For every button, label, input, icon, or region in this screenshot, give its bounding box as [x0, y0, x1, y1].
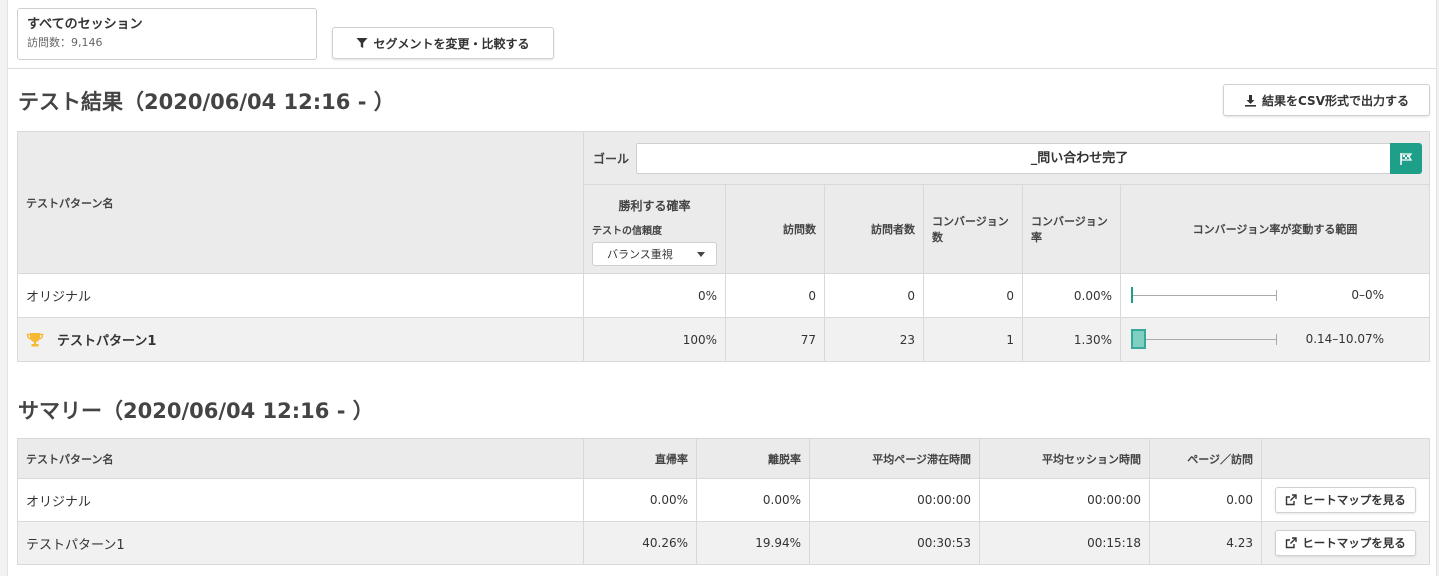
segment-visit-count: 訪問数：9,146	[27, 36, 103, 49]
goal-flag-button[interactable]	[1390, 143, 1422, 174]
conversion-rate: 0.00%	[1022, 273, 1121, 318]
conversions: 0	[923, 273, 1023, 318]
visits: 0	[725, 273, 825, 318]
col-conversion-rate: コンバージョン率	[1022, 184, 1121, 274]
range-end-tick	[1276, 334, 1277, 345]
change-segment-button[interactable]: セグメントを変更・比較する	[332, 27, 554, 59]
col-pattern-name: テストパターン名	[17, 438, 584, 479]
left-frame-border	[0, 0, 8, 576]
segment-selector[interactable]: すべてのセッション 訪問数：9,146	[17, 8, 317, 60]
col-avg-page-time: 平均ページ滞在時間	[809, 438, 980, 479]
bounce-direct: 0.00%	[583, 478, 697, 522]
col-pages-per-visit: ページ／訪問	[1149, 438, 1262, 479]
conversion-rate: 1.30%	[1022, 317, 1121, 362]
range-bar	[1129, 275, 1279, 317]
goal-label: ゴール	[593, 152, 630, 166]
table-row: テストパターン1 100% 77 23 1 1.30% 0.14–10.07%	[17, 317, 1431, 362]
table-row: オリジナル 0.00% 0.00% 00:00:00 00:00:00 0.00…	[17, 478, 1430, 522]
view-heatmap-label: ヒートマップを見る	[1302, 536, 1406, 550]
confidence-select-value: バランス重視	[607, 248, 673, 261]
download-icon	[1245, 94, 1257, 107]
view-heatmap-button[interactable]: ヒートマップを見る	[1275, 487, 1416, 513]
goal-select-input[interactable]: _問い合わせ完了	[636, 143, 1391, 174]
chevron-down-icon	[697, 252, 705, 257]
pattern-name: テストパターン1	[17, 317, 584, 362]
col-pattern-name: テストパターン名	[17, 131, 584, 274]
col-visits: 訪問数	[725, 184, 825, 274]
range-text: 0.14–10.07%	[1305, 332, 1385, 346]
range-bar	[1129, 319, 1279, 361]
external-link-icon	[1286, 494, 1297, 506]
actions-cell: ヒートマップを見る	[1261, 521, 1430, 565]
confidence-select[interactable]: バランス重視	[592, 242, 717, 266]
avg-page-time: 00:30:53	[809, 521, 980, 565]
table-row: テストパターン1 40.26% 19.94% 00:30:53 00:15:18…	[17, 521, 1430, 565]
avg-session-time: 00:00:00	[979, 478, 1150, 522]
external-link-icon	[1286, 537, 1297, 549]
table-row: オリジナル 0% 0 0 0 0.00% 0–0%	[17, 273, 1431, 318]
range-text: 0–0%	[1351, 288, 1385, 302]
view-heatmap-button[interactable]: ヒートマップを見る	[1275, 530, 1416, 556]
export-csv-button[interactable]: 結果をCSV形式で出力する	[1223, 84, 1430, 116]
exit-rate: 0.00%	[696, 478, 810, 522]
avg-page-time: 00:00:00	[809, 478, 980, 522]
visits: 77	[725, 317, 825, 362]
trophy-icon	[26, 333, 44, 347]
visitors: 0	[824, 273, 924, 318]
segment-title: すべてのセッション	[27, 17, 143, 32]
col-exit-rate: 離脱率	[696, 438, 810, 479]
exit-rate: 19.94%	[696, 521, 810, 565]
col-conversions: コンバージョン数	[923, 184, 1023, 274]
conversion-range: 0–0%	[1119, 273, 1431, 318]
win-probability-label: 勝利する確率	[618, 199, 691, 213]
range-marker	[1131, 329, 1146, 349]
col-range: コンバージョン率が変動する範囲	[1119, 184, 1431, 274]
flag-icon	[1400, 152, 1413, 165]
change-segment-label: セグメントを変更・比較する	[373, 36, 530, 51]
range-end-tick	[1276, 290, 1277, 301]
avg-session-time: 00:15:18	[979, 521, 1150, 565]
segment-bar: すべてのセッション 訪問数：9,146 セグメントを変更・比較する	[8, 0, 1436, 69]
export-csv-label: 結果をCSV形式で出力する	[1262, 93, 1409, 108]
conversion-range: 0.14–10.07%	[1119, 317, 1431, 362]
goal-row: ゴール _問い合わせ完了	[582, 131, 1431, 185]
conversions: 1	[923, 317, 1023, 362]
actions-cell: ヒートマップを見る	[1261, 478, 1430, 522]
col-bounce-direct: 直帰率	[583, 438, 697, 479]
visitors: 23	[824, 317, 924, 362]
pattern-name: オリジナル	[17, 478, 584, 522]
range-axis-line	[1131, 339, 1277, 340]
pattern-name: オリジナル	[17, 273, 584, 318]
pages-per-visit: 4.23	[1149, 521, 1262, 565]
bounce-direct: 40.26%	[583, 521, 697, 565]
range-axis-line	[1131, 295, 1277, 296]
col-visitors: 訪問者数	[824, 184, 924, 274]
win-probability: 0%	[583, 273, 726, 318]
filter-icon	[356, 38, 368, 48]
results-table: テストパターン名 ゴール _問い合わせ完了 勝利する確率 テストの信頼度 バラン…	[17, 131, 1431, 362]
results-title: テスト結果（2020/06/04 12:16 - ）	[18, 90, 395, 114]
confidence-label: テストの信頼度	[592, 226, 662, 237]
range-marker	[1131, 287, 1133, 303]
summary-title: サマリー（2020/06/04 12:16 - ）	[18, 399, 374, 423]
col-actions	[1261, 438, 1430, 479]
view-heatmap-label: ヒートマップを見る	[1302, 493, 1406, 507]
pattern-name-text: テストパターン1	[57, 333, 157, 349]
summary-table: テストパターン名 直帰率 離脱率 平均ページ滞在時間 平均セッション時間 ページ…	[17, 438, 1430, 565]
col-avg-session-time: 平均セッション時間	[979, 438, 1150, 479]
win-probability: 100%	[583, 317, 726, 362]
col-win-probability: 勝利する確率 テストの信頼度 バランス重視	[583, 184, 726, 274]
pages-per-visit: 0.00	[1149, 478, 1262, 522]
pattern-name: テストパターン1	[17, 521, 584, 565]
